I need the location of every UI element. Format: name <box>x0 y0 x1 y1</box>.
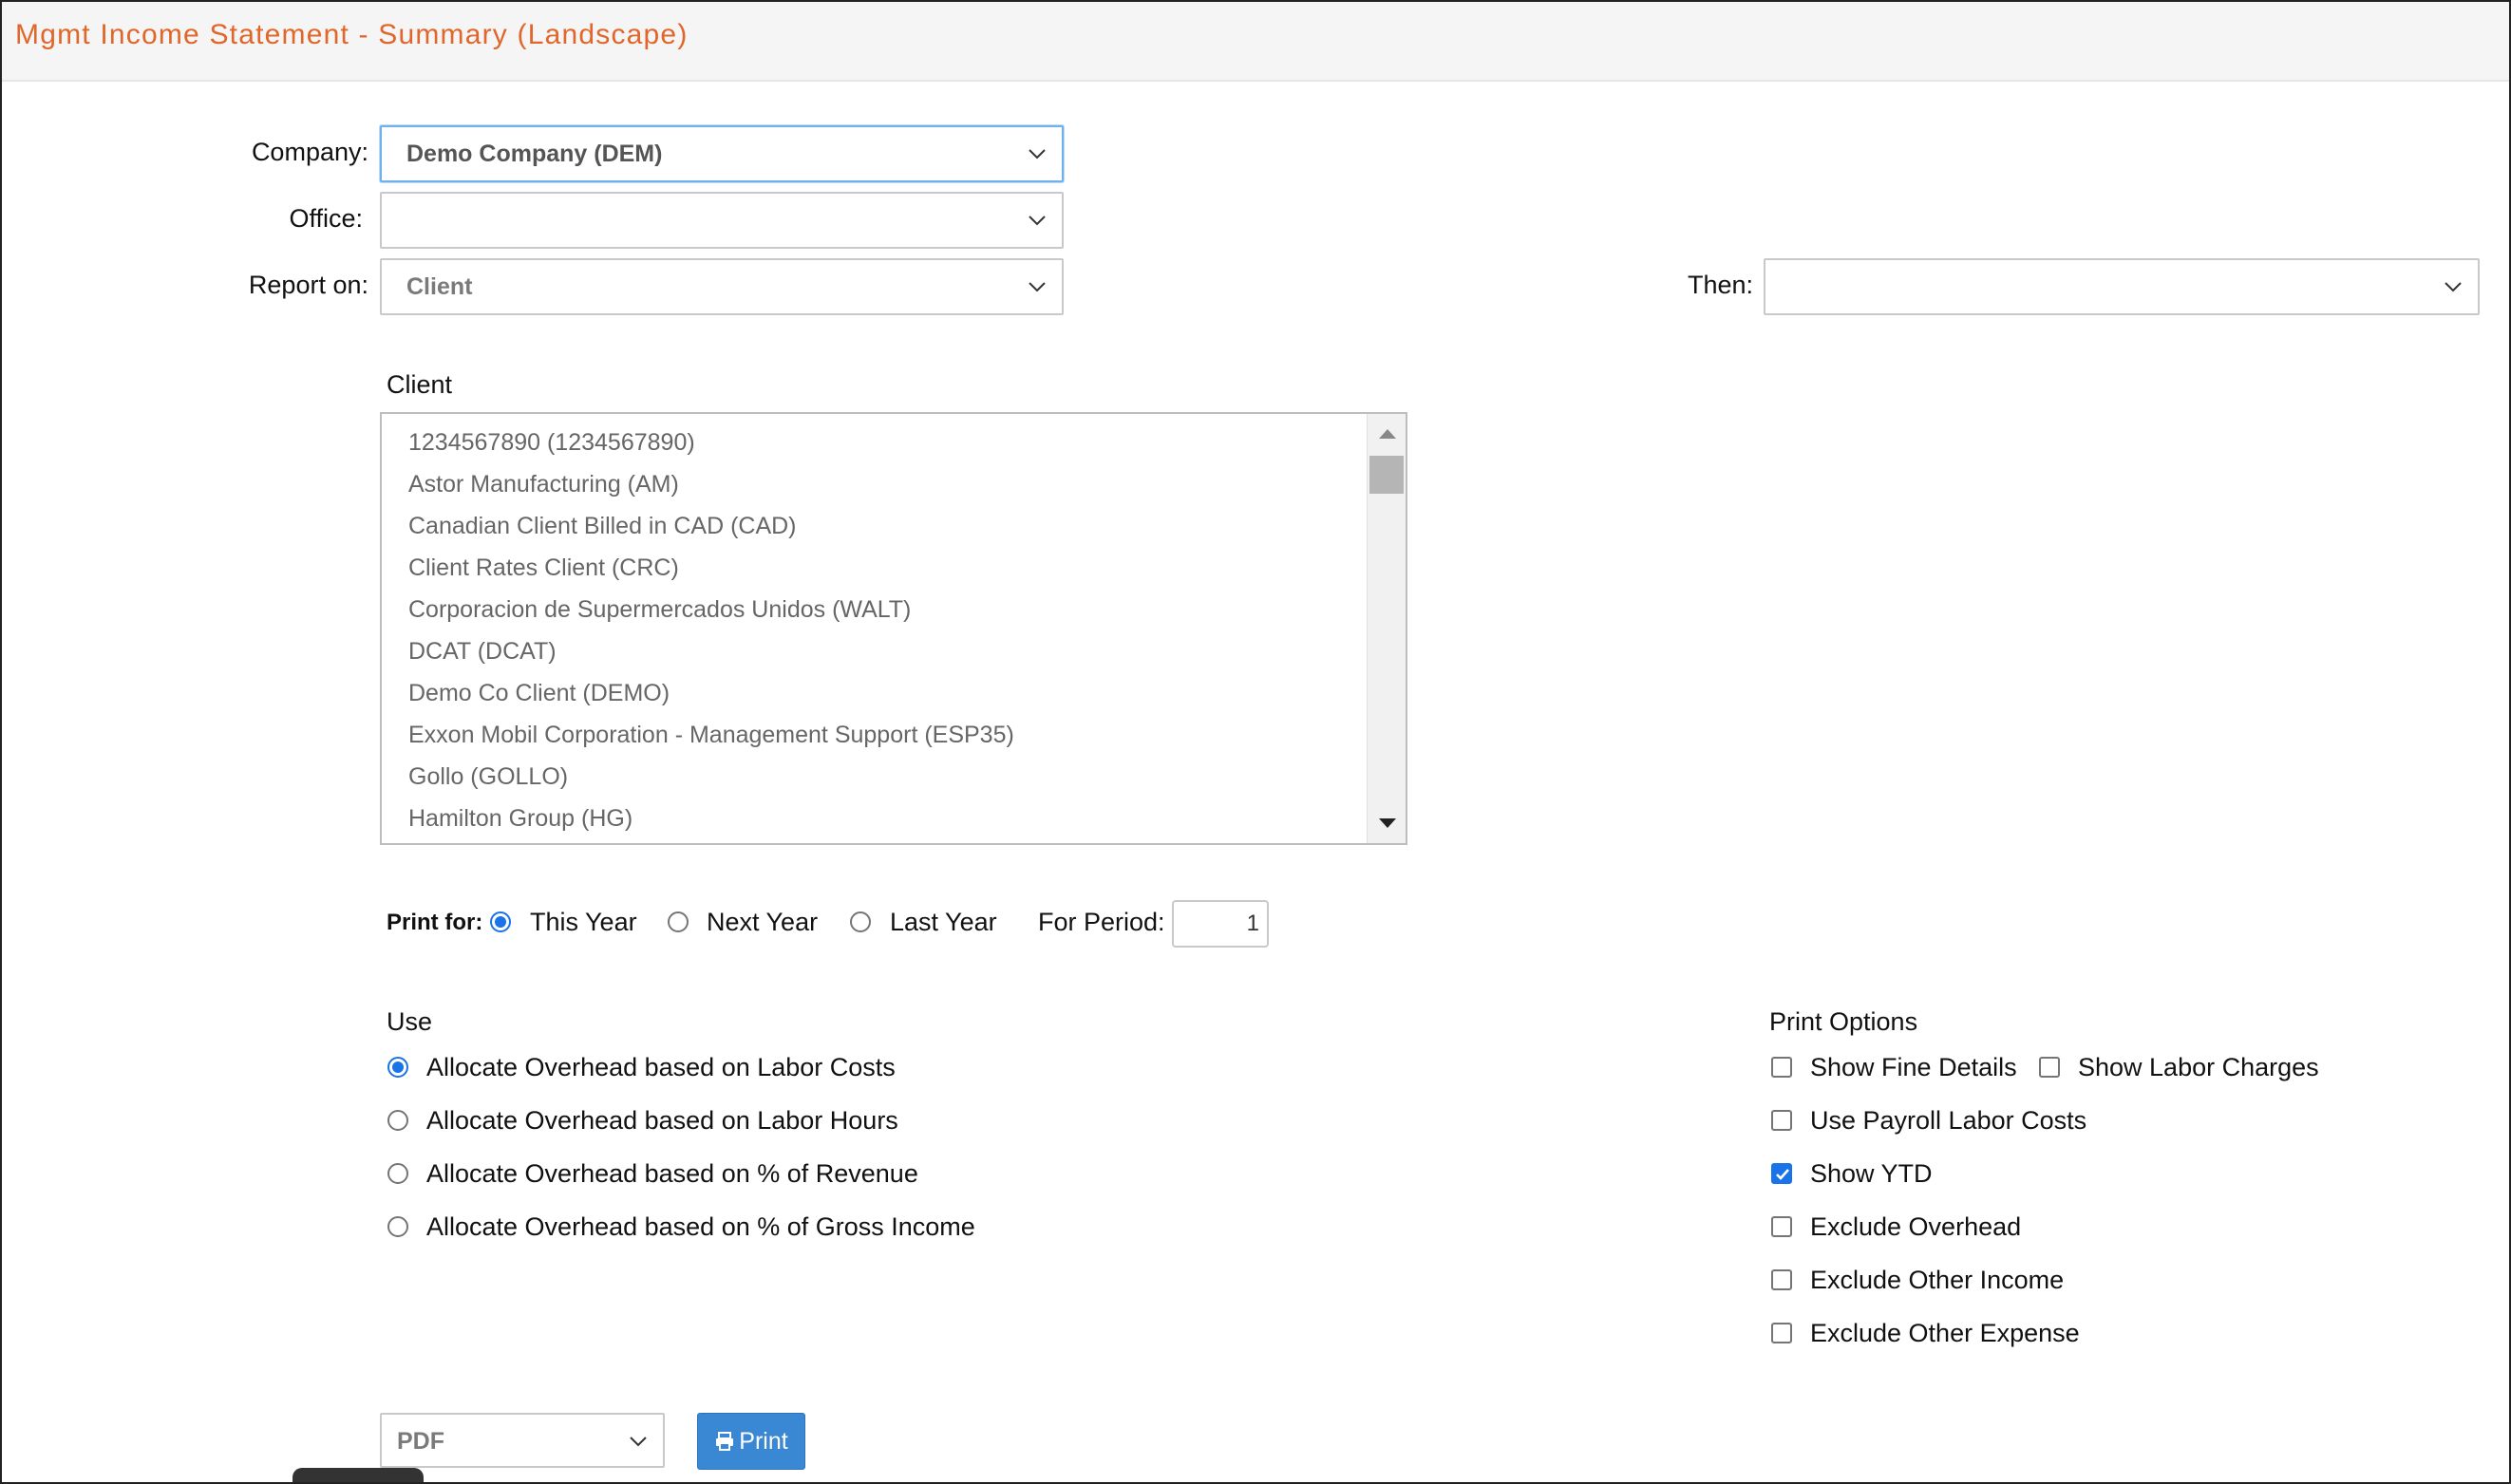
page-title: Mgmt Income Statement - Summary (Landsca… <box>15 19 689 50</box>
use-payroll-labor-costs-checkbox[interactable] <box>1771 1110 1792 1131</box>
print-for-last-year-label[interactable]: Last Year <box>890 908 997 937</box>
exclude-other-income-checkbox[interactable] <box>1771 1269 1792 1290</box>
use-payroll-labor-costs-label[interactable]: Use Payroll Labor Costs <box>1810 1106 2086 1136</box>
scroll-down-arrow-icon[interactable] <box>1379 818 1396 828</box>
client-list-heading: Client <box>387 370 453 399</box>
list-item[interactable]: Demo Co Client (DEMO) <box>382 672 1014 714</box>
list-item[interactable]: Astor Manufacturing (AM) <box>382 463 1014 505</box>
use-revenue-radio[interactable] <box>387 1163 408 1184</box>
report-window: Mgmt Income Statement - Summary (Landsca… <box>0 0 2511 1484</box>
use-labor-costs-label[interactable]: Allocate Overhead based on Labor Costs <box>426 1053 896 1082</box>
office-label: Office: <box>289 204 363 233</box>
exclude-overhead-checkbox[interactable] <box>1771 1216 1792 1237</box>
for-period-input[interactable]: 1 <box>1172 900 1269 948</box>
use-gross-income-radio[interactable] <box>387 1216 408 1237</box>
company-label: Company: <box>251 138 368 166</box>
client-list: 1234567890 (1234567890) Astor Manufactur… <box>382 422 1014 839</box>
bottom-tab[interactable] <box>293 1468 424 1482</box>
chevron-down-icon <box>627 1430 650 1453</box>
report-on-label: Report on: <box>248 271 368 299</box>
list-item[interactable]: Corporacion de Supermercados Unidos (WAL… <box>382 589 1014 630</box>
company-select[interactable]: Demo Company (DEM) <box>380 125 1064 182</box>
print-for-next-year-label[interactable]: Next Year <box>707 908 818 937</box>
client-list-scrollbar[interactable] <box>1367 414 1406 843</box>
use-revenue-label[interactable]: Allocate Overhead based on % of Revenue <box>426 1159 918 1189</box>
then-select[interactable] <box>1764 258 2480 315</box>
list-item[interactable]: DCAT (DCAT) <box>382 630 1014 672</box>
scroll-up-arrow-icon[interactable] <box>1379 429 1396 439</box>
use-heading: Use <box>387 1007 433 1036</box>
print-for-last-year-radio[interactable] <box>850 911 871 932</box>
use-labor-hours-label[interactable]: Allocate Overhead based on Labor Hours <box>426 1106 898 1136</box>
show-ytd-label[interactable]: Show YTD <box>1810 1159 1933 1189</box>
print-for-this-year-radio[interactable] <box>490 911 511 932</box>
chevron-down-icon <box>1026 209 1048 232</box>
chevron-down-icon <box>1026 142 1048 165</box>
output-format-select[interactable]: PDF <box>380 1413 665 1468</box>
report-on-select[interactable]: Client <box>380 258 1064 315</box>
title-bar: Mgmt Income Statement - Summary (Landsca… <box>2 2 2509 82</box>
exclude-other-expense-label[interactable]: Exclude Other Expense <box>1810 1319 2080 1348</box>
list-item[interactable]: Exxon Mobil Corporation - Management Sup… <box>382 714 1014 756</box>
use-gross-income-label[interactable]: Allocate Overhead based on % of Gross In… <box>426 1212 975 1242</box>
print-for-this-year-label[interactable]: This Year <box>530 908 637 937</box>
office-select[interactable] <box>380 192 1064 249</box>
scroll-thumb[interactable] <box>1369 456 1404 494</box>
chevron-down-icon <box>1026 275 1048 298</box>
use-labor-hours-radio[interactable] <box>387 1110 408 1131</box>
company-value: Demo Company (DEM) <box>406 141 663 167</box>
then-label: Then: <box>1687 271 1753 299</box>
show-labor-charges-label[interactable]: Show Labor Charges <box>2078 1053 2319 1082</box>
print-options-heading: Print Options <box>1769 1007 1918 1036</box>
list-item[interactable]: Canadian Client Billed in CAD (CAD) <box>382 505 1014 547</box>
list-item[interactable]: Hamilton Group (HG) <box>382 798 1014 839</box>
show-labor-charges-checkbox[interactable] <box>2039 1057 2060 1078</box>
chevron-down-icon <box>2442 275 2464 298</box>
print-button-label: Print <box>739 1428 788 1455</box>
report-on-value: Client <box>406 273 473 300</box>
print-button[interactable]: Print <box>697 1413 805 1470</box>
printer-icon <box>716 1432 734 1451</box>
exclude-overhead-label[interactable]: Exclude Overhead <box>1810 1212 2021 1242</box>
show-fine-details-checkbox[interactable] <box>1771 1057 1792 1078</box>
use-labor-costs-radio[interactable] <box>387 1057 408 1078</box>
print-for-label: Print for: <box>387 910 483 935</box>
show-fine-details-label[interactable]: Show Fine Details <box>1810 1053 2017 1082</box>
checkmark-icon <box>1776 1169 1789 1180</box>
exclude-other-income-label[interactable]: Exclude Other Income <box>1810 1266 2064 1295</box>
print-for-next-year-radio[interactable] <box>668 911 689 932</box>
list-item[interactable]: Gollo (GOLLO) <box>382 756 1014 798</box>
show-ytd-checkbox[interactable] <box>1771 1163 1792 1184</box>
list-item[interactable]: Client Rates Client (CRC) <box>382 547 1014 589</box>
for-period-label: For Period: <box>1038 908 1165 936</box>
client-listbox[interactable]: 1234567890 (1234567890) Astor Manufactur… <box>380 412 1407 845</box>
output-format-value: PDF <box>397 1428 444 1455</box>
list-item[interactable]: 1234567890 (1234567890) <box>382 422 1014 463</box>
exclude-other-expense-checkbox[interactable] <box>1771 1323 1792 1343</box>
